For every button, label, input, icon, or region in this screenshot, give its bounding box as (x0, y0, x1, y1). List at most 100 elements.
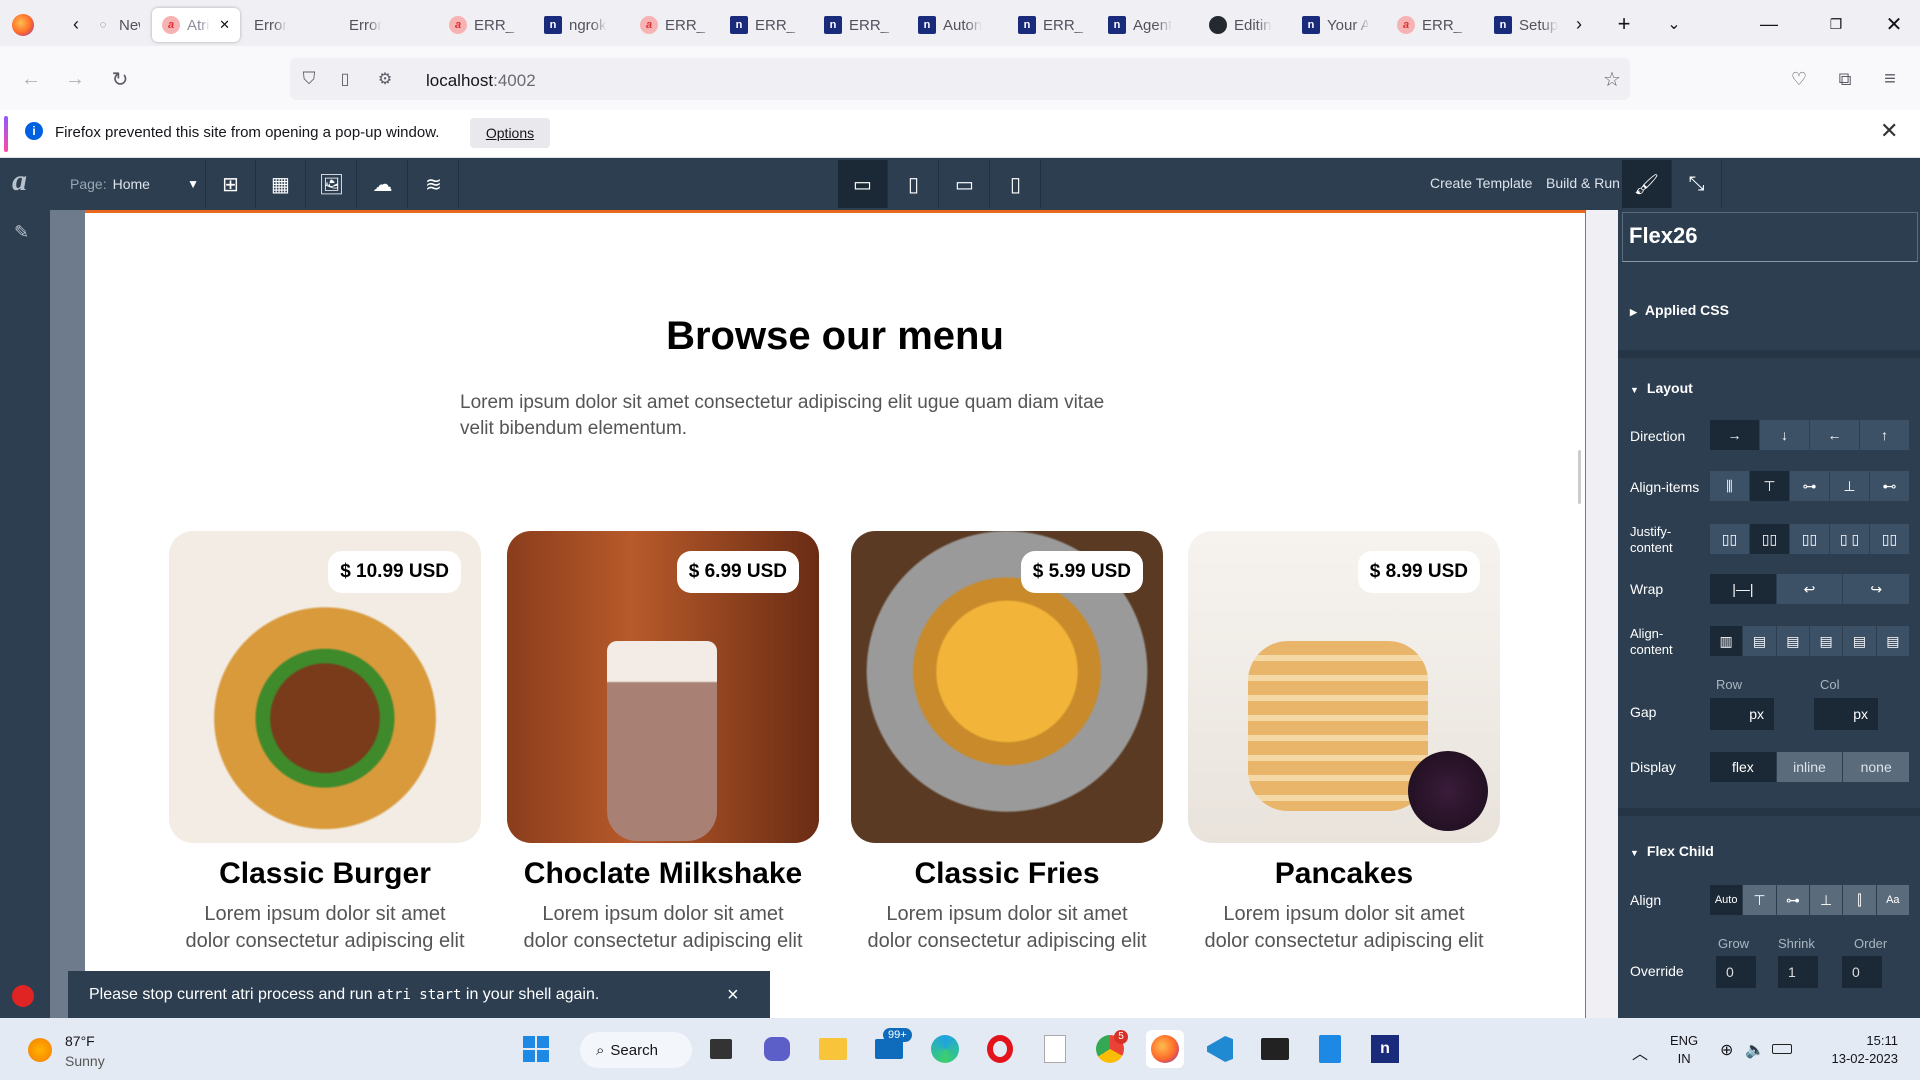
clock[interactable]: 15:11 13-02-2023 (1812, 1032, 1899, 1068)
tab-7[interactable]: a ERR_N (636, 8, 706, 42)
display-inline-option[interactable]: inline (1776, 752, 1844, 782)
notification-options-button[interactable]: Options (470, 118, 550, 148)
direction-row-icon[interactable]: → (1710, 420, 1760, 450)
opera-icon[interactable] (981, 1030, 1019, 1068)
firefox-menu-icon[interactable] (12, 14, 34, 36)
align-content-stretch-icon[interactable]: ▥ (1710, 626, 1744, 656)
menu-card-burger[interactable]: $ 10.99 USD Classic Burger Lorem ipsum d… (169, 531, 481, 955)
page-selector[interactable]: Page: Home ▼ (62, 160, 206, 208)
assets-image-icon[interactable]: 🖼 (307, 160, 357, 208)
volume-icon[interactable]: 🔈 (1745, 1040, 1765, 1060)
recording-dot-icon[interactable] (12, 985, 34, 1007)
display-flex-option[interactable]: flex (1710, 752, 1777, 782)
align-stretch-icon[interactable]: ⫼ (1710, 471, 1750, 501)
tab-15[interactable]: a ERR_N (1393, 8, 1463, 42)
wrap-icon[interactable]: ↩ (1776, 574, 1844, 604)
applied-css-toggle[interactable]: ▶ Applied CSS (1630, 302, 1729, 318)
build-run-button[interactable]: Build & Run (1546, 175, 1620, 191)
back-icon[interactable]: ← (16, 64, 46, 94)
teams-chat-icon[interactable] (758, 1030, 796, 1068)
tab-scroll-right-icon[interactable]: › (1565, 12, 1593, 36)
toast-close-icon[interactable]: × (727, 984, 739, 1007)
close-tab-icon[interactable]: ✕ (219, 17, 230, 33)
flex-child-toggle[interactable]: ▼ Flex Child (1630, 843, 1714, 859)
tab-scroll-left-icon[interactable]: ‹ (62, 12, 90, 36)
menu-card-pancakes[interactable]: $ 8.99 USD Pancakes Lorem ipsum dolor si… (1188, 531, 1500, 955)
mobile-view-icon[interactable]: ▯ (991, 160, 1041, 208)
align-content-around-icon[interactable]: ▤ (1876, 626, 1910, 656)
align-self-stretch-icon[interactable]: ⫿ (1843, 885, 1877, 915)
tray-chevron-icon[interactable]: ︿ (1632, 1040, 1648, 1064)
gap-col-input[interactable]: px (1814, 698, 1878, 730)
pocket-icon[interactable]: ♡ (1784, 64, 1814, 94)
tab-12[interactable]: n Agent (1104, 8, 1184, 42)
align-center-icon[interactable]: ⊶ (1790, 471, 1830, 501)
align-content-end-icon[interactable]: ▤ (1809, 626, 1844, 656)
notes-icon[interactable] (1311, 1030, 1349, 1068)
gap-row-input[interactable]: px (1710, 698, 1774, 730)
language-indicator[interactable]: ENG IN (1670, 1032, 1698, 1068)
notepad-icon[interactable] (1036, 1030, 1074, 1068)
layers-icon[interactable]: ≋ (409, 160, 459, 208)
file-explorer-icon[interactable] (814, 1030, 852, 1068)
weather-desc[interactable]: Sunny (65, 1053, 105, 1069)
align-self-auto-option[interactable]: Auto (1710, 885, 1744, 915)
resize-icon[interactable]: ⤡ (1672, 160, 1722, 208)
align-content-start-icon[interactable]: ▤ (1743, 626, 1777, 656)
battery-icon[interactable] (1772, 1044, 1792, 1054)
direction-column-icon[interactable]: ↓ (1760, 420, 1810, 450)
network-icon[interactable]: ⊕ (1720, 1040, 1733, 1060)
justify-center-icon[interactable]: ▯▯ (1750, 524, 1790, 554)
tab-16[interactable]: n Setup (1490, 8, 1570, 42)
justify-between-icon[interactable]: ▯ ▯ (1830, 524, 1870, 554)
edge-icon[interactable] (926, 1030, 964, 1068)
align-self-center-icon[interactable]: ⊶ (1776, 885, 1810, 915)
notification-close-icon[interactable]: ✕ (1880, 118, 1898, 144)
align-start-icon[interactable]: ⊤ (1750, 471, 1790, 501)
vscode-icon[interactable] (1201, 1030, 1239, 1068)
tablet-landscape-view-icon[interactable]: ▭ (940, 160, 990, 208)
reload-icon[interactable]: ↻ (105, 64, 135, 94)
create-template-button[interactable]: Create Template (1430, 175, 1532, 191)
style-brush-icon[interactable]: 🖌 (1622, 160, 1672, 208)
list-tabs-icon[interactable]: ⌄ (1660, 12, 1688, 36)
url-text[interactable]: localhost:4002 (426, 71, 536, 91)
menu-subheading[interactable]: Lorem ipsum dolor sit amet consectetur a… (460, 390, 1220, 442)
canvas-scrollbar[interactable] (1578, 450, 1581, 504)
align-self-end-icon[interactable]: ⊥ (1809, 885, 1844, 915)
weather-temp[interactable]: 87°F (65, 1033, 95, 1049)
align-self-start-icon[interactable]: ⊤ (1743, 885, 1777, 915)
windows-start-icon[interactable] (517, 1030, 555, 1068)
tab-3[interactable]: Error (250, 8, 330, 42)
tab-6[interactable]: n ngrok (540, 8, 620, 42)
nowrap-icon[interactable]: |—| (1710, 574, 1777, 604)
layouts-icon[interactable]: ▦ (256, 160, 306, 208)
tab-9[interactable]: n ERR_N (820, 8, 890, 42)
menu-card-fries[interactable]: $ 5.99 USD Classic Fries Lorem ipsum dol… (851, 531, 1163, 955)
permissions-icon[interactable]: ⚙ (370, 64, 400, 94)
menu-card-milkshake[interactable]: $ 6.99 USD Choclate Milkshake Lorem ipsu… (507, 531, 819, 955)
app-menu-icon[interactable]: ≡ (1875, 64, 1905, 94)
task-view-icon[interactable] (702, 1030, 740, 1068)
tablet-view-icon[interactable]: ▯ (889, 160, 939, 208)
tab-2[interactable]: a Atri ✕ (152, 8, 240, 42)
bookmark-star-icon[interactable]: ☆ (1597, 64, 1627, 94)
menu-heading[interactable]: Browse our menu (85, 314, 1585, 359)
n-app-icon[interactable]: n (1366, 1030, 1404, 1068)
align-baseline-icon[interactable]: ⊷ (1870, 471, 1910, 501)
taskbar-search[interactable]: ⌕ Search (580, 1032, 692, 1068)
tab-10[interactable]: n Auton (914, 8, 994, 42)
justify-start-icon[interactable]: ▯▯ (1710, 524, 1750, 554)
forward-icon[interactable]: → (60, 64, 90, 94)
layout-toggle[interactable]: ▼ Layout (1630, 380, 1693, 396)
tab-8[interactable]: n ERR_N (726, 8, 796, 42)
direction-row-reverse-icon[interactable]: ← (1810, 420, 1860, 450)
align-self-baseline-icon[interactable]: Aa (1876, 885, 1910, 915)
new-tab-icon[interactable]: + (1610, 11, 1638, 36)
cloud-sync-icon[interactable]: ☁ (358, 160, 408, 208)
align-end-icon[interactable]: ⊥ (1830, 471, 1870, 501)
tab-4[interactable]: Error (345, 8, 425, 42)
order-input[interactable]: 0 (1842, 956, 1882, 988)
restore-icon[interactable]: ❐ (1822, 12, 1850, 36)
display-none-option[interactable]: none (1843, 752, 1911, 782)
